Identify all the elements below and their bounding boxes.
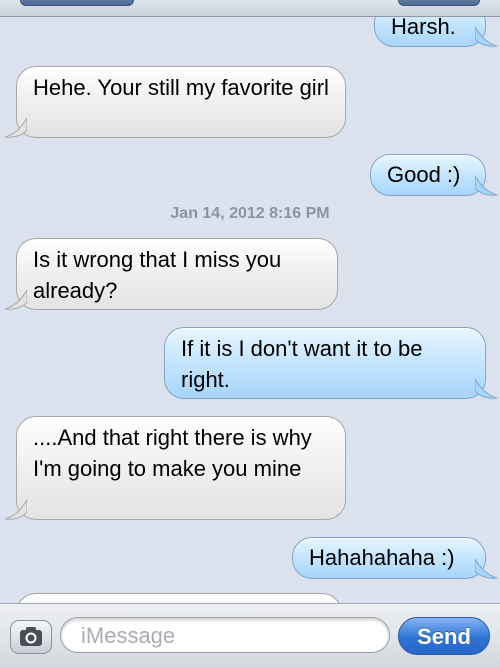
message-text: Harsh. — [391, 17, 456, 39]
message-text: Good :) — [387, 162, 461, 187]
message-text: If it is I don't want it to be right. — [181, 336, 429, 392]
message-thread[interactable]: Harsh. Hehe. Your still my favorite girl… — [0, 17, 500, 603]
bubble-tail-icon — [5, 499, 27, 520]
back-button[interactable] — [20, 0, 134, 6]
message-bubble-outgoing[interactable]: Good :) — [370, 154, 497, 196]
edit-button[interactable] — [398, 0, 480, 6]
bubble-tail-icon — [5, 117, 27, 138]
bubble-tail-icon — [475, 26, 497, 47]
camera-button[interactable] — [10, 620, 52, 654]
bubble-tail-icon — [5, 289, 27, 310]
nav-bar — [0, 0, 500, 17]
message-bubble-outgoing[interactable]: Hahahahaha :) — [292, 537, 497, 579]
message-text: Hahahahaha :) — [309, 545, 455, 570]
message-bubble-incoming[interactable]: Is it wrong that I miss you already? — [5, 238, 338, 310]
timestamp: Jan 14, 2012 8:16 PM — [170, 205, 330, 222]
bubble-tail-icon — [475, 378, 497, 399]
bubble-tail-icon — [475, 558, 497, 579]
message-text: Is it wrong that I miss you already? — [33, 247, 288, 303]
message-input-placeholder: iMessage — [81, 623, 176, 648]
message-input[interactable]: iMessage — [60, 617, 390, 653]
message-bubble-outgoing[interactable]: If it is I don't want it to be right. — [164, 327, 497, 399]
message-text: Hehe. Your still my favorite girl — [33, 75, 329, 100]
message-bubble-incoming[interactable]: Hehe. Your still my favorite girl — [5, 66, 346, 138]
bubble-tail-icon — [475, 175, 497, 196]
message-bubble-incoming-partial[interactable] — [16, 593, 342, 603]
composer-bar: iMessage Send — [0, 603, 500, 667]
message-bubble-incoming[interactable]: ....And that right there is why I'm goin… — [5, 416, 346, 520]
message-text: ....And that right there is why I'm goin… — [33, 425, 318, 481]
message-bubble-outgoing[interactable]: Harsh. — [374, 17, 497, 47]
camera-icon — [20, 627, 42, 646]
send-button[interactable]: Send — [398, 617, 490, 655]
